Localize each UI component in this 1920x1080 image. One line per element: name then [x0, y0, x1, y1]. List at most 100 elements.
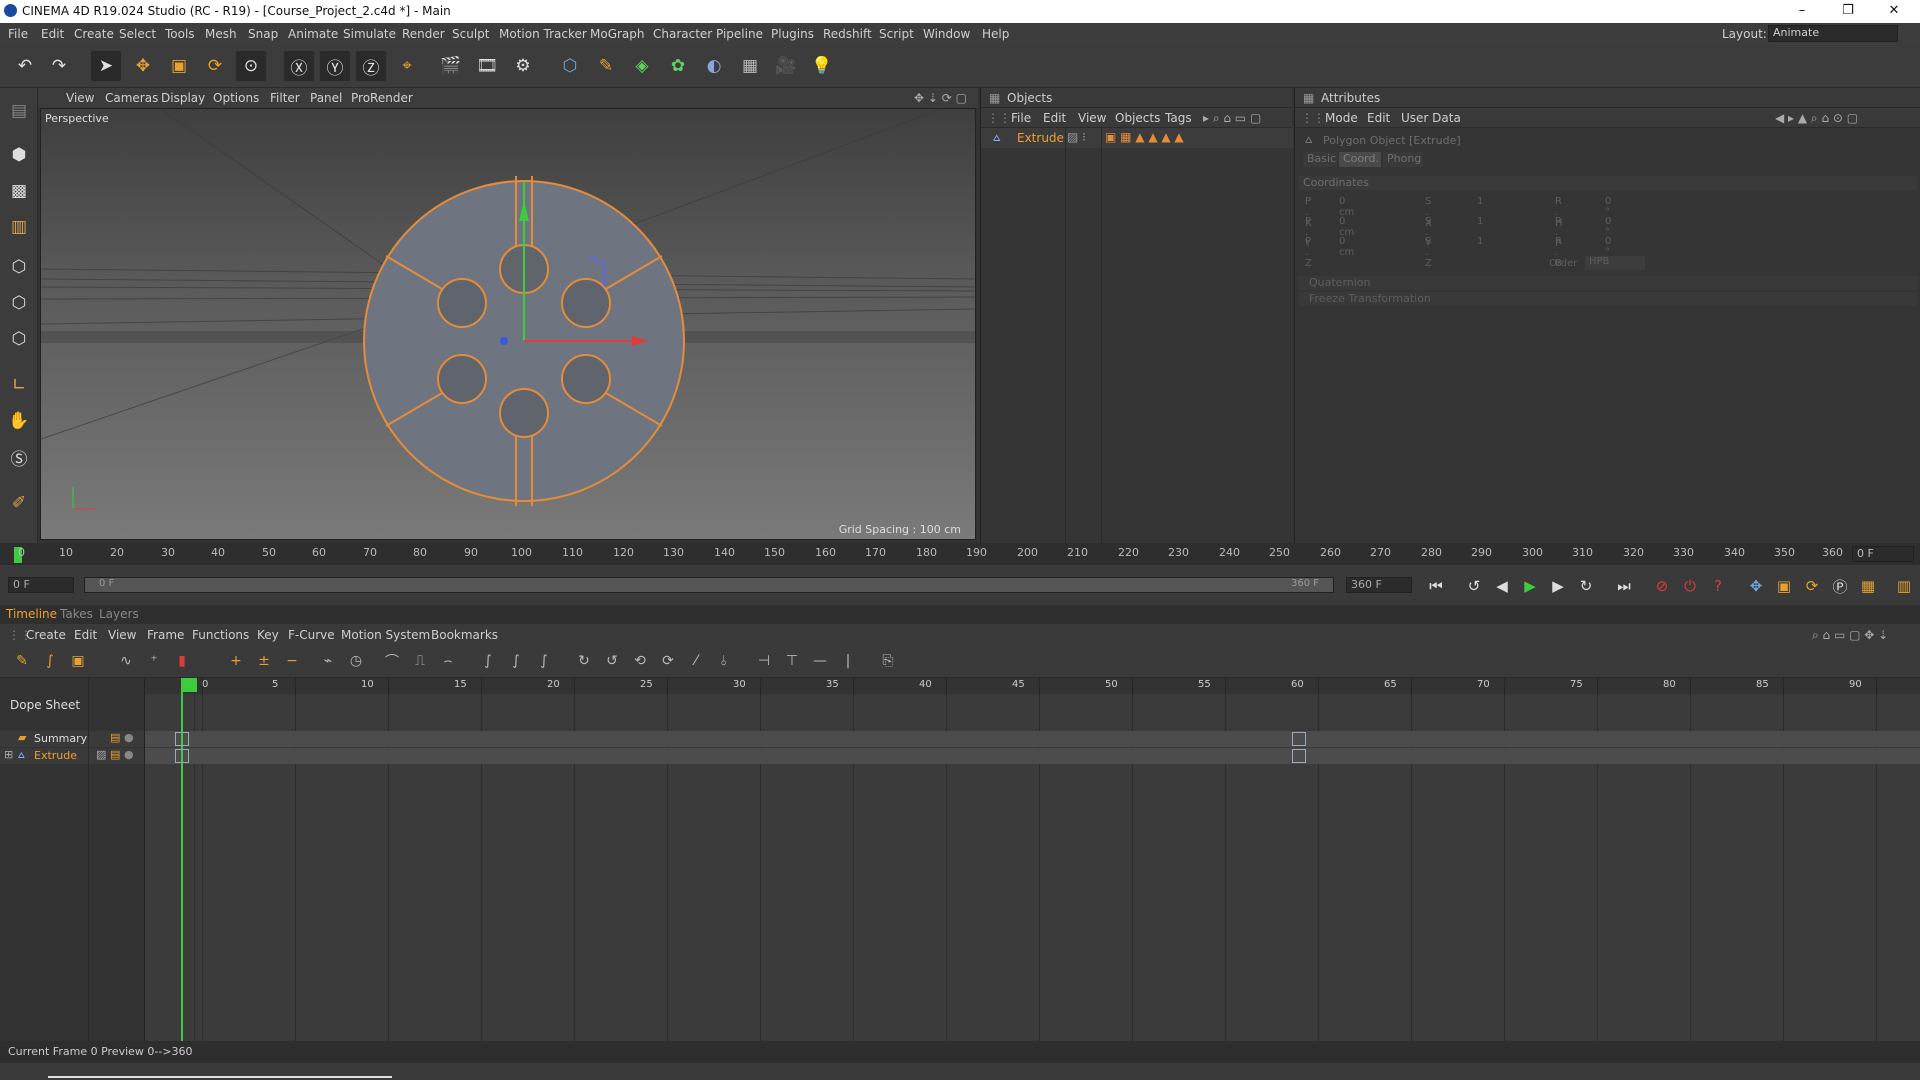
rot-h-field[interactable]: 0 °: [1605, 196, 1611, 218]
timeline-menu-frame[interactable]: Frame: [147, 628, 184, 642]
keyframe[interactable]: [1292, 749, 1306, 763]
perspective-viewport[interactable]: Perspective Grid Spacing: 100 cm: [40, 108, 976, 540]
tab-timeline[interactable]: Timeline: [6, 607, 57, 621]
lock-workplane-icon[interactable]: ✐: [4, 488, 34, 518]
summary-track[interactable]: [145, 731, 1920, 747]
key-position-icon[interactable]: ✥: [1744, 574, 1768, 598]
loop-icon[interactable]: ↻: [572, 649, 596, 673]
viewport-menu-display[interactable]: Display: [161, 91, 205, 105]
viewport-menu-view[interactable]: View: [66, 91, 94, 105]
ease-in-icon[interactable]: ∫: [476, 649, 500, 673]
camera-icon[interactable]: 🎥: [771, 51, 801, 81]
step-forward-icon[interactable]: ▶: [1546, 574, 1570, 598]
scale-tool-icon[interactable]: ▣: [164, 51, 194, 81]
select-tool-icon[interactable]: ➤: [91, 51, 121, 81]
ease-both-icon[interactable]: ∫: [532, 649, 556, 673]
tab-layers[interactable]: Layers: [99, 607, 139, 621]
timeline-view-icons[interactable]: ⌕ ⌂ ▭ ▢ ✥ ⇣: [1812, 628, 1888, 643]
loop-repeat-icon[interactable]: ⟲: [628, 649, 652, 673]
objects-menu-tags[interactable]: Tags: [1165, 111, 1192, 125]
menu-plugins[interactable]: Plugins: [771, 27, 814, 41]
points-mode-icon[interactable]: ⬡: [4, 252, 34, 282]
object-row[interactable]: ⩟ Extrude ▨ ⁝ ▣ ▦ ▲ ▲ ▲ ▲: [981, 128, 1293, 148]
record-icon[interactable]: ⊘: [1650, 574, 1674, 598]
viewport-menu-prorender[interactable]: ProRender: [351, 91, 413, 105]
x-axis-icon[interactable]: Ⓧ: [284, 51, 314, 81]
axis-mode-icon[interactable]: ∟: [4, 370, 34, 400]
expand-icon[interactable]: ⊞: [4, 748, 13, 761]
scheme-icon[interactable]: ▥: [1892, 574, 1916, 598]
keyframe[interactable]: [1292, 732, 1306, 746]
current-frame-field[interactable]: 0 F: [1852, 546, 1914, 562]
keyframe[interactable]: [175, 749, 189, 763]
menu-sculpt[interactable]: Sculpt: [452, 27, 489, 41]
cube-icon[interactable]: ⬡: [555, 51, 585, 81]
extrude-label[interactable]: Extrude: [34, 749, 77, 762]
key-mode-icon[interactable]: ∿: [114, 649, 138, 673]
menu-animate[interactable]: Animate: [288, 27, 338, 41]
pos-x-field[interactable]: 0 cm: [1339, 196, 1354, 218]
objects-menu-objects[interactable]: Objects: [1115, 111, 1160, 125]
polygons-mode-icon[interactable]: ⬡: [4, 324, 34, 354]
tweak-mode-icon[interactable]: ✋: [4, 406, 34, 436]
attributes-menu-user-data[interactable]: User Data: [1401, 111, 1461, 125]
viewport-menu-cameras[interactable]: Cameras: [105, 91, 158, 105]
spline-ease-icon[interactable]: ⌢: [436, 649, 460, 673]
viewport-menu-panel[interactable]: Panel: [310, 91, 342, 105]
break-tangent-icon[interactable]: ⫰: [712, 649, 736, 673]
track-mode-icon[interactable]: ⁺: [142, 649, 166, 673]
timeline-menu-key[interactable]: Key: [257, 628, 279, 642]
extrude-lock-icon[interactable]: ▨: [96, 748, 106, 761]
menu-tools[interactable]: Tools: [165, 27, 195, 41]
visibility-icon[interactable]: ▨ ⁝: [1067, 130, 1086, 144]
extrude-solo-icon[interactable]: ●: [124, 748, 134, 761]
range-end-field[interactable]: 360 F: [1346, 577, 1412, 593]
keyframe[interactable]: [175, 732, 189, 746]
pos-z-field[interactable]: 0 cm: [1339, 236, 1354, 258]
range-slider[interactable]: 0 F 360 F: [84, 577, 1334, 593]
next-key-icon[interactable]: ↻: [1574, 574, 1598, 598]
key-parameter-icon[interactable]: Ⓟ: [1828, 574, 1852, 598]
tab-basic[interactable]: Basic: [1303, 152, 1337, 167]
mograph-cloner-icon[interactable]: ✿: [663, 51, 693, 81]
tab-takes[interactable]: Takes: [60, 607, 93, 621]
timeline-menu-fcurve[interactable]: F-Curve: [288, 628, 335, 642]
order-select[interactable]: HPB: [1585, 256, 1645, 270]
dope-playhead-handle[interactable]: [181, 678, 197, 692]
menu-motion-tracker[interactable]: Motion Tracker: [499, 27, 587, 41]
rotate-tool-icon[interactable]: ⟳: [200, 51, 230, 81]
tab-phong[interactable]: Phong: [1383, 152, 1423, 167]
object-name[interactable]: Extrude: [1017, 131, 1064, 145]
objects-menu-view[interactable]: View: [1078, 111, 1106, 125]
objects-menu-file[interactable]: File: [1011, 111, 1031, 125]
play-icon[interactable]: ▶: [1518, 574, 1542, 598]
viewport-navigation-icon[interactable]: ✥ ⇣ ⟳ ▢: [914, 91, 967, 105]
redo-icon[interactable]: ↷: [44, 51, 74, 81]
attributes-nav-icon[interactable]: ◀ ▸ ▲ ⌕ ⌂ ⊙ ▢: [1775, 111, 1858, 126]
objects-menu-edit[interactable]: Edit: [1043, 111, 1066, 125]
minimize-button[interactable]: –: [1782, 1, 1822, 21]
layout-select[interactable]: Animate: [1768, 25, 1898, 42]
add-key-icon[interactable]: +: [224, 649, 248, 673]
lock-value-icon[interactable]: ⊤: [780, 649, 804, 673]
maximize-button[interactable]: ❐: [1828, 1, 1868, 21]
go-to-end-icon[interactable]: ⏭: [1612, 574, 1636, 598]
key-rotation-icon[interactable]: ⟳: [1800, 574, 1824, 598]
keyframe-selection-icon[interactable]: ?: [1706, 574, 1730, 598]
rot-p-field[interactable]: 0 °: [1605, 216, 1611, 238]
spline-step-icon[interactable]: ⎍: [408, 649, 432, 673]
spline-pen-icon[interactable]: ✎: [591, 51, 621, 81]
key-pla-icon[interactable]: ▦: [1856, 574, 1880, 598]
menu-create[interactable]: Create: [74, 27, 114, 41]
extrude-layer-icon[interactable]: ▤: [110, 748, 120, 761]
scale-y-field[interactable]: 1: [1477, 216, 1483, 227]
menu-help[interactable]: Help: [982, 27, 1009, 41]
edges-mode-icon[interactable]: ⬡: [4, 288, 34, 318]
attributes-menu-edit[interactable]: Edit: [1367, 111, 1390, 125]
light-icon[interactable]: 💡: [807, 51, 837, 81]
render-picture-viewer-icon[interactable]: 🎞: [472, 51, 502, 81]
summary-layer-icon[interactable]: ▤: [110, 731, 120, 744]
timeline-menu-motion-system[interactable]: Motion System: [341, 628, 430, 642]
timeline-menu-edit[interactable]: Edit: [74, 628, 97, 642]
texture-mode-icon[interactable]: ▩: [4, 176, 34, 206]
